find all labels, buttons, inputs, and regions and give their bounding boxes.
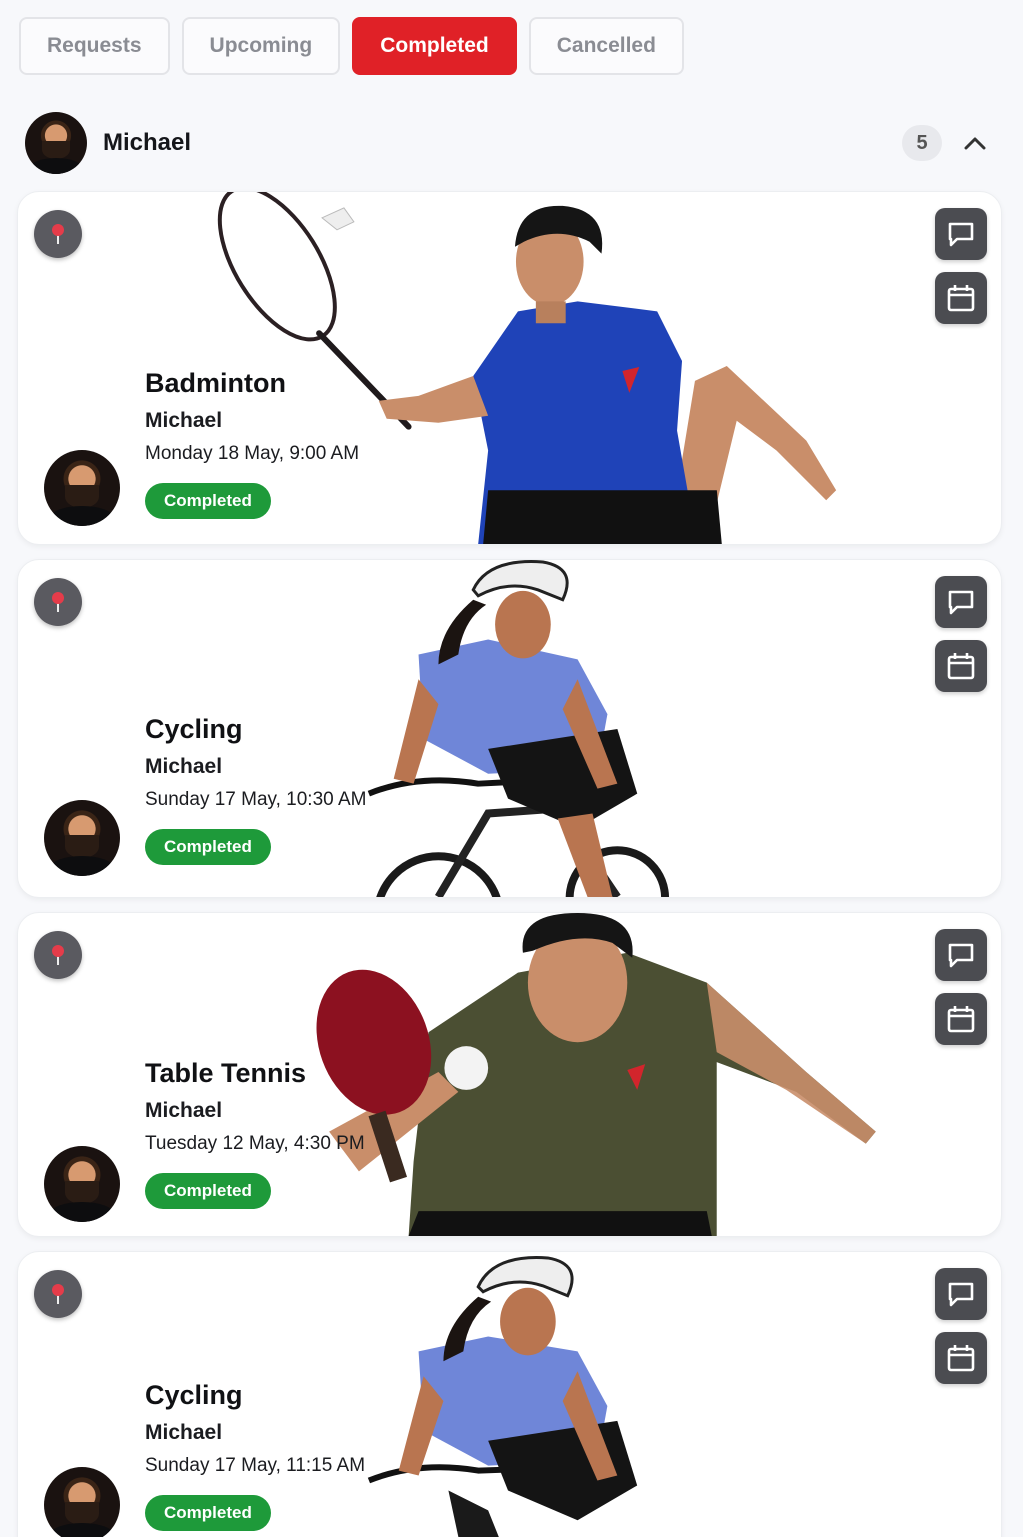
calendar-icon[interactable] xyxy=(935,1332,987,1384)
booking-info: Cycling Michael Sunday 17 May, 10:30 AM … xyxy=(145,714,366,865)
coach-label: Michael xyxy=(145,1421,223,1444)
calendar-icon[interactable] xyxy=(935,640,987,692)
coach-label: Michael xyxy=(145,1099,223,1122)
chevron-up-icon[interactable] xyxy=(952,125,998,161)
booking-datetime: Sunday 17 May, 10:30 AM xyxy=(145,789,367,810)
booking-info: Badminton Michael Monday 18 May, 9:00 AM… xyxy=(145,368,359,519)
coach-name: Michael xyxy=(103,129,192,156)
booking-info: Table Tennis Michael Tuesday 12 May, 4:3… xyxy=(145,1058,365,1209)
chat-icon[interactable] xyxy=(935,929,987,981)
status-badge: Completed xyxy=(145,829,271,865)
booking-datetime: Sunday 17 May, 11:15 AM xyxy=(145,1455,366,1476)
tab-completed[interactable]: Completed xyxy=(352,17,517,75)
coach-label: Michael xyxy=(145,755,223,778)
card-actions xyxy=(935,208,987,324)
chat-icon[interactable] xyxy=(935,208,987,260)
booking-card[interactable]: Badminton Michael Monday 18 May, 9:00 AM… xyxy=(17,191,1002,545)
status-badge: Completed xyxy=(145,1173,271,1209)
sport-title: Table Tennis xyxy=(145,1058,307,1088)
status-badge: Completed xyxy=(145,1495,271,1531)
calendar-icon[interactable] xyxy=(935,993,987,1045)
card-actions xyxy=(935,1268,987,1384)
sport-title: Cycling xyxy=(145,714,243,744)
booking-info: Cycling Michael Sunday 17 May, 11:15 AM … xyxy=(145,1380,365,1531)
booking-datetime: Tuesday 12 May, 4:30 PM xyxy=(145,1133,365,1154)
booking-count-badge: 5 xyxy=(902,125,942,161)
tab-cancelled[interactable]: Cancelled xyxy=(528,17,684,75)
tab-requests[interactable]: Requests xyxy=(19,17,170,75)
booking-tabs: Requests Upcoming Completed Cancelled xyxy=(19,17,684,75)
coach-label: Michael xyxy=(145,409,223,432)
tab-upcoming[interactable]: Upcoming xyxy=(181,17,341,75)
booking-card[interactable]: Cycling Michael Sunday 17 May, 10:30 AM … xyxy=(17,559,1002,898)
calendar-icon[interactable] xyxy=(935,272,987,324)
status-badge: Completed xyxy=(145,483,271,519)
card-actions xyxy=(935,576,987,692)
chat-icon[interactable] xyxy=(935,1268,987,1320)
booking-datetime: Monday 18 May, 9:00 AM xyxy=(145,443,360,464)
coach-group-header[interactable]: Michael 5 xyxy=(25,112,998,174)
card-actions xyxy=(935,929,987,1045)
sport-title: Badminton xyxy=(145,368,286,398)
coach-avatar xyxy=(25,112,87,174)
booking-card[interactable]: Cycling Michael Sunday 17 May, 11:15 AM … xyxy=(17,1251,1002,1537)
booking-card[interactable]: Table Tennis Michael Tuesday 12 May, 4:3… xyxy=(17,912,1002,1237)
sport-title: Cycling xyxy=(145,1380,243,1410)
chat-icon[interactable] xyxy=(935,576,987,628)
